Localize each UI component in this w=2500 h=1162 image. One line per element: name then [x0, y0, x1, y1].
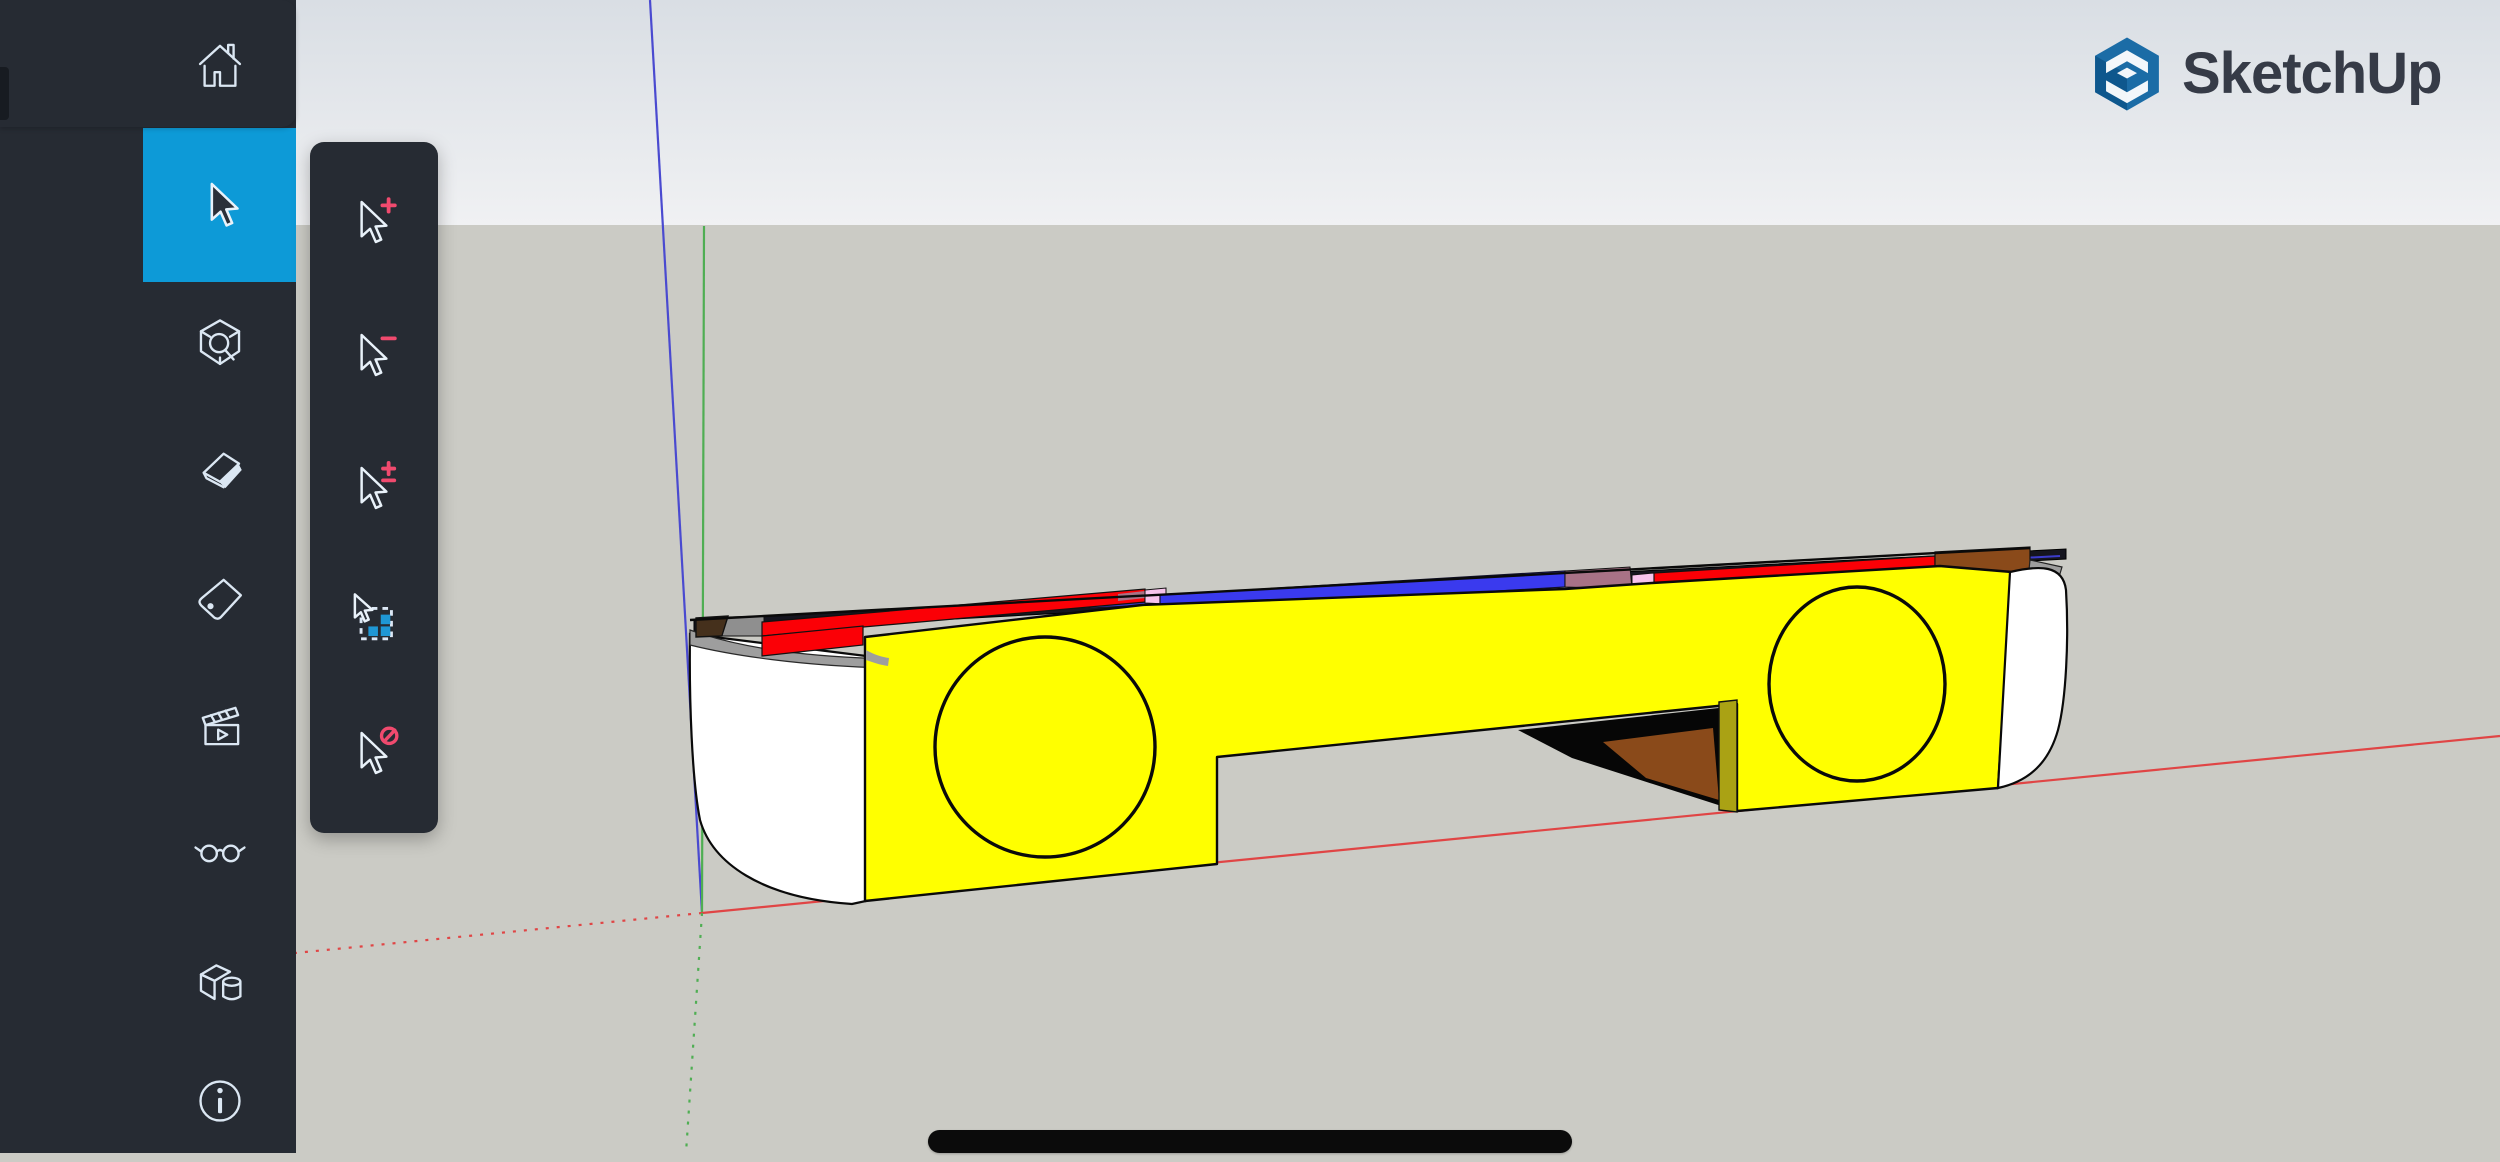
home-icon: [191, 35, 249, 93]
tool-scenes[interactable]: [143, 664, 296, 788]
tag-icon: [191, 569, 249, 627]
flyout-select-none[interactable]: [310, 703, 438, 799]
select-tool-flyout: [310, 142, 438, 833]
left-toolbar-rail: [0, 0, 296, 1153]
flyout-select-subtract[interactable]: [310, 305, 438, 401]
flyout-select-add-subtract[interactable]: [310, 438, 438, 534]
home-indicator-bar[interactable]: [928, 1130, 1572, 1153]
tool-search-model[interactable]: [143, 282, 296, 406]
eraser-icon: [191, 441, 249, 499]
tool-eraser[interactable]: [143, 408, 296, 532]
sketchup-logo: SketchUp: [2086, 30, 2442, 118]
cursor-plus-icon: [347, 193, 401, 247]
flyout-select-box[interactable]: [310, 570, 438, 666]
select-cursor-icon: [192, 177, 248, 233]
cursor-minus-icon: [347, 326, 401, 380]
clapperboard-play-icon: [191, 697, 249, 755]
sketchup-cube-icon: [2086, 30, 2168, 118]
tool-tag[interactable]: [143, 536, 296, 660]
cursor-plus-minus-icon: [347, 459, 401, 513]
cursor-none-icon: [347, 724, 401, 778]
tool-select[interactable]: [143, 128, 296, 282]
box-cylinder-icon: [191, 950, 249, 1008]
info-circle-icon: [191, 1072, 249, 1130]
home-button[interactable]: [143, 0, 296, 127]
panel-edge-tab[interactable]: [0, 67, 9, 120]
tool-components[interactable]: [143, 918, 296, 1040]
flyout-select-add[interactable]: [310, 172, 438, 268]
box-magnifier-icon: [191, 315, 249, 373]
logo-wordmark: SketchUp: [2182, 30, 2442, 118]
model-notch-olive-wall: [1719, 700, 1737, 812]
cursor-marquee-icon: [347, 591, 401, 645]
tool-info[interactable]: [143, 1040, 296, 1162]
tool-styles[interactable]: [143, 788, 296, 908]
glasses-icon: [191, 819, 249, 877]
